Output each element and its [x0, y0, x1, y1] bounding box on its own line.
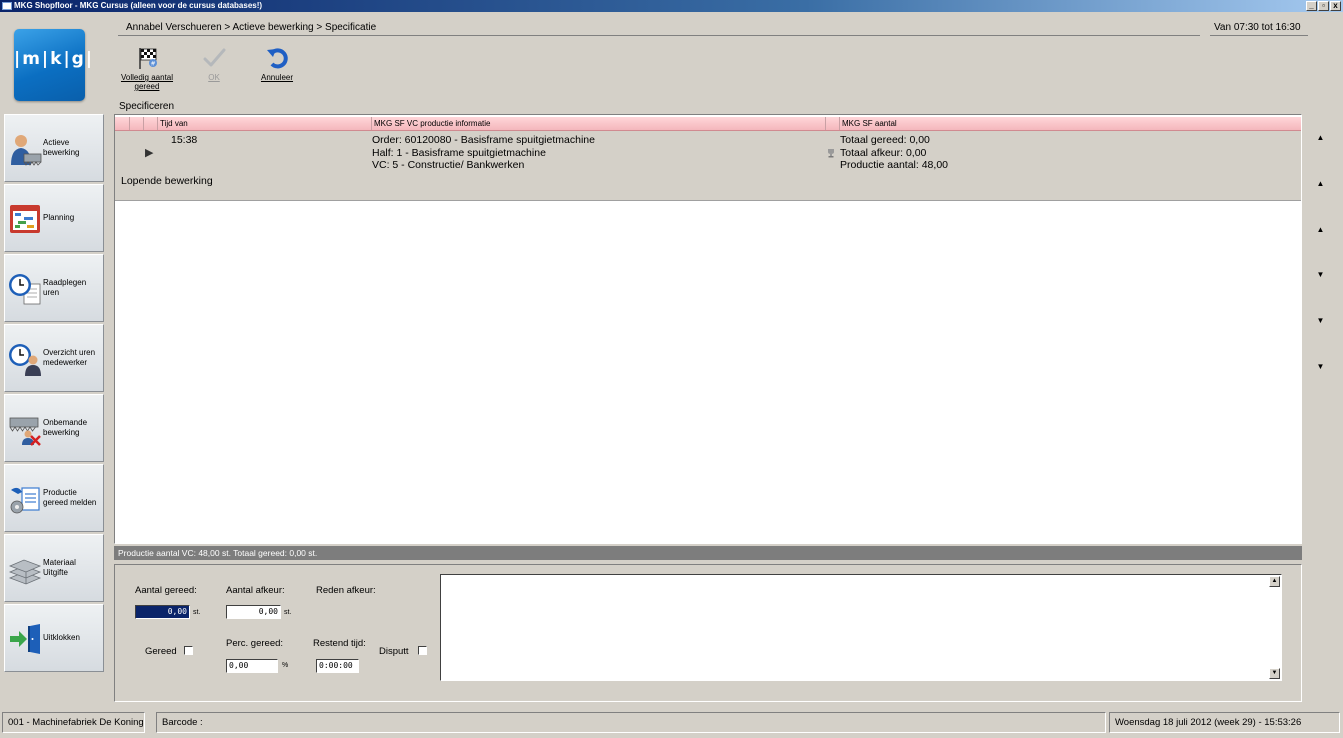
notes-scrollbar[interactable]: ▲ ▼: [1269, 576, 1280, 679]
done-checkbox[interactable]: [184, 646, 193, 655]
dispute-checkbox[interactable]: [418, 646, 427, 655]
section-label: Specificeren: [119, 101, 175, 112]
remaining-time-label: Restend tijd:: [313, 638, 366, 649]
input-form: Aantal gereed: 0,00 st. Aantal afkeur: 0…: [114, 564, 1302, 702]
qty-reject-label: Aantal afkeur:: [226, 585, 285, 596]
table-row[interactable]: 15:38 ▶ Order: 60120080 - Basisframe spu…: [115, 131, 1301, 201]
shift-time-range: Van 07:30 tot 16:30: [1214, 22, 1301, 33]
scroll-first-icon[interactable]: ▲: [1315, 132, 1326, 143]
sidebar-item-label: Raadplegen uren: [43, 278, 87, 297]
row-vc: VC: 5 - Constructie/ Bankwerken: [372, 159, 525, 171]
remaining-time-input[interactable]: 0:00:00: [316, 659, 359, 673]
row-total-done: Totaal gereed: 0,00: [840, 134, 930, 146]
planning-icon: [10, 205, 40, 233]
logo-text: |m|k|g|: [14, 49, 95, 69]
scroll-up-icon[interactable]: ▲: [1315, 224, 1326, 235]
minimize-button[interactable]: _: [1306, 1, 1317, 11]
datetime-status: Woensdag 18 juli 2012 (week 29) - 15:53:…: [1109, 712, 1340, 733]
checkmark-icon: [203, 48, 226, 67]
qty-done-unit: st.: [193, 609, 201, 616]
sidebar-item-label: Overzicht uren medewerker: [43, 348, 96, 367]
trophy-icon: [828, 149, 834, 158]
clock-document-icon: [9, 274, 41, 305]
barcode-field[interactable]: Barcode :: [156, 712, 1106, 733]
grid-header-spacer: [143, 117, 157, 130]
column-header-productie-informatie[interactable]: MKG SF VC productie informatie: [371, 117, 825, 130]
reject-reason-textarea[interactable]: ▲ ▼: [440, 574, 1282, 681]
cancel-label: Annuleer: [260, 73, 294, 82]
production-summary: Productie aantal VC: 48,00 st. Totaal ge…: [114, 546, 1302, 560]
breadcrumb-divider: [118, 35, 1200, 36]
sidebar-item-productie-gereed[interactable]: Productie gereed melden: [4, 464, 104, 532]
window-title: MKG Shopfloor - MKG Cursus (alleen voor …: [14, 1, 263, 10]
sidebar-item-label: Onbemande bewerking: [43, 418, 88, 437]
specification-grid[interactable]: Tijd van MKG SF VC productie informatie …: [114, 114, 1302, 544]
worker-icon: [11, 135, 42, 166]
column-header-aantal[interactable]: MKG SF aantal: [839, 117, 1301, 130]
row-indicator-icon: ▶: [145, 147, 154, 159]
sidebar-item-onbemande-bewerking[interactable]: Onbemande bewerking: [4, 394, 104, 462]
perc-done-label: Perc. gereed:: [226, 638, 284, 649]
reject-reason-label: Reden afkeur:: [316, 585, 376, 596]
qty-reject-unit: st.: [284, 609, 292, 616]
cancel-button[interactable]: Annuleer: [259, 46, 295, 82]
row-time: 15:38: [171, 134, 198, 146]
perc-done-input[interactable]: 0,00: [226, 659, 278, 673]
ok-label: OK: [208, 73, 220, 82]
qty-reject-input[interactable]: 0,00: [226, 605, 281, 619]
scroll-up-arrow-icon[interactable]: ▲: [1269, 576, 1280, 587]
scroll-last-icon[interactable]: ▼: [1315, 361, 1326, 372]
scroll-down-arrow-icon[interactable]: ▼: [1269, 668, 1280, 679]
close-button[interactable]: x: [1330, 1, 1341, 11]
sidebar-item-overzicht-uren[interactable]: Overzicht uren medewerker: [4, 324, 104, 392]
grid-header-spacer: [825, 117, 839, 130]
column-header-tijd-van[interactable]: Tijd van: [157, 117, 371, 130]
grid-header-spacer: [115, 117, 129, 130]
row-total-reject: Totaal afkeur: 0,00: [840, 147, 927, 159]
sidebar-item-label: Uitklokken: [43, 633, 80, 642]
sidebar-item-label: Productie gereed melden: [43, 488, 97, 507]
clock-person-icon: [9, 344, 41, 376]
dispute-label: Disputt: [379, 646, 409, 657]
production-report-icon: [10, 487, 40, 514]
sidebar-item-actieve-bewerking[interactable]: Actieve bewerking: [4, 114, 104, 182]
sidebar-item-planning[interactable]: Planning: [4, 184, 104, 252]
time-range-divider: [1210, 35, 1308, 36]
done-label: Gereed: [145, 646, 177, 657]
sidebar-item-uitklokken[interactable]: Uitklokken: [4, 604, 104, 672]
grid-header: Tijd van MKG SF VC productie informatie …: [115, 117, 1301, 131]
checkered-flag-icon: #: [139, 48, 157, 69]
qty-done-label: Aantal gereed:: [135, 585, 197, 596]
title-bar: MKG Shopfloor - MKG Cursus (alleen voor …: [0, 0, 1343, 12]
breadcrumb: Annabel Verschueren > Actieve bewerking …: [126, 22, 377, 33]
grid-header-spacer: [129, 117, 143, 130]
sidebar-item-materiaal-uitgifte[interactable]: Materiaal Uitgifte: [4, 534, 104, 602]
restore-button[interactable]: ▫: [1318, 1, 1329, 11]
mkg-logo: |m|k|g|: [14, 29, 95, 101]
row-production-qty: Productie aantal: 48,00: [840, 159, 948, 171]
unmanned-icon: [9, 417, 41, 446]
complete-quantity-label: Volledig aantal gereed: [120, 73, 174, 91]
sidebar-item-label: Actieve bewerking: [43, 138, 80, 157]
perc-unit: %: [282, 662, 289, 669]
row-half: Half: 1 - Basisframe spuitgietmachine: [372, 147, 546, 159]
row-group-label: Lopende bewerking: [121, 175, 213, 187]
row-order: Order: 60120080 - Basisframe spuitgietma…: [372, 134, 595, 146]
scroll-down-icon[interactable]: ▼: [1315, 269, 1326, 280]
sidebar-item-raadplegen-uren[interactable]: Raadplegen uren: [4, 254, 104, 322]
sidebar-item-label: Materiaal Uitgifte: [43, 558, 76, 577]
scroll-page-up-icon[interactable]: ▲: [1315, 178, 1326, 189]
undo-arrow-icon: [267, 48, 288, 69]
app-icon: [2, 2, 12, 10]
sidebar-item-label: Planning: [43, 213, 75, 222]
ok-button[interactable]: OK: [199, 46, 229, 82]
company-status: 001 - Machinefabriek De Koning: [2, 712, 145, 733]
qty-done-input[interactable]: 0,00: [135, 605, 190, 619]
scroll-page-down-icon[interactable]: ▼: [1315, 315, 1326, 326]
exit-door-icon: [10, 624, 40, 654]
complete-quantity-button[interactable]: # Volledig aantal gereed: [116, 46, 178, 91]
material-icon: [8, 559, 42, 585]
svg-text:#: #: [150, 61, 155, 68]
